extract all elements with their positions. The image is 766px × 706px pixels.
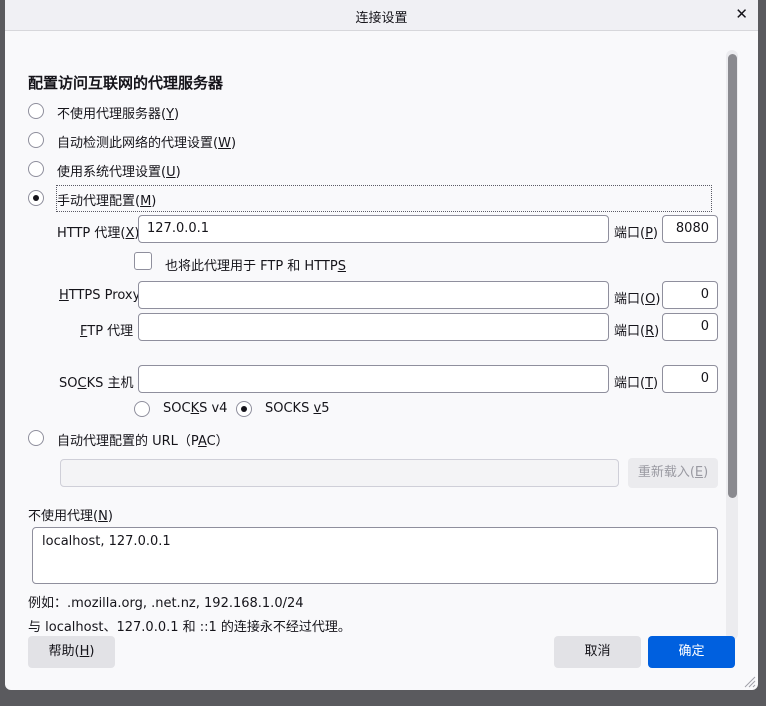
socks-port-label: 端口(T) [614, 376, 659, 391]
radio-button[interactable] [28, 132, 44, 148]
http-port-input[interactable]: 8080 [662, 215, 718, 243]
dialog-title: 连接设置 [355, 11, 408, 26]
no-proxy-label: 不使用代理(N) [28, 509, 113, 524]
radio-label: 手动代理配置(M) [57, 194, 157, 209]
ftp-port-input[interactable]: 0 [662, 313, 718, 341]
ftp-proxy-label: FTP 代理 [80, 324, 134, 339]
cancel-button[interactable]: 取消 [554, 636, 641, 668]
no-proxy-example: 例如：.mozilla.org, .net.nz, 192.168.1.0/24 [28, 596, 304, 611]
radio-label: 自动检测此网络的代理设置(W) [57, 136, 237, 151]
socks-port-input[interactable]: 0 [662, 365, 718, 393]
no-proxy-textarea[interactable]: localhost, 127.0.0.1 [32, 527, 718, 584]
http-port-label: 端口(P) [614, 226, 658, 241]
radio-button[interactable] [134, 401, 150, 417]
also-use-label: 也将此代理用于 FTP 和 HTTPS [165, 259, 346, 274]
radio-button[interactable] [236, 401, 252, 417]
radio-button[interactable] [28, 161, 44, 177]
no-proxy-note: 与 localhost、127.0.0.1 和 ::1 的连接永不经过代理。 [28, 620, 351, 635]
radio-label: 不使用代理服务器(Y) [57, 107, 180, 122]
ftp-proxy-input[interactable] [138, 313, 609, 341]
pac-url-input[interactable] [60, 459, 619, 487]
scrollbar-thumb[interactable] [728, 54, 737, 498]
https-proxy-input[interactable] [138, 281, 609, 309]
http-proxy-label: HTTP 代理(X) [57, 226, 140, 241]
https-port-label: 端口(O) [614, 292, 661, 307]
ok-button[interactable]: 确定 [648, 636, 735, 668]
radio-button[interactable] [28, 430, 44, 446]
radio-label: 自动代理配置的 URL（PAC） [57, 434, 229, 449]
radio-label: SOCKS v5 [265, 401, 330, 416]
socks-host-input[interactable] [138, 365, 609, 393]
ftp-port-label: 端口(R) [614, 324, 660, 339]
radio-label: SOCKS v4 [163, 401, 228, 416]
connection-settings-dialog: 连接设置 ✕ 配置访问互联网的代理服务器 不使用代理服务器(Y) 自动检测此网络… [5, 0, 758, 690]
close-icon[interactable]: ✕ [735, 5, 748, 23]
reload-button[interactable]: 重新载入(E) [628, 458, 718, 488]
radio-label: 使用系统代理设置(U) [57, 165, 181, 180]
title-bar: 连接设置 ✕ [5, 0, 758, 31]
help-button[interactable]: 帮助(H) [28, 636, 115, 668]
radio-button[interactable] [28, 103, 44, 119]
socks-host-label: SOCKS 主机 [59, 376, 134, 391]
resize-grip-icon[interactable] [742, 674, 756, 688]
also-use-checkbox[interactable] [134, 252, 152, 270]
http-proxy-input[interactable]: 127.0.0.1 [138, 215, 609, 243]
https-proxy-label: HTTPS Proxy [59, 288, 141, 303]
section-title: 配置访问互联网的代理服务器 [28, 74, 224, 92]
https-port-input[interactable]: 0 [662, 281, 718, 309]
radio-button[interactable] [28, 190, 44, 206]
